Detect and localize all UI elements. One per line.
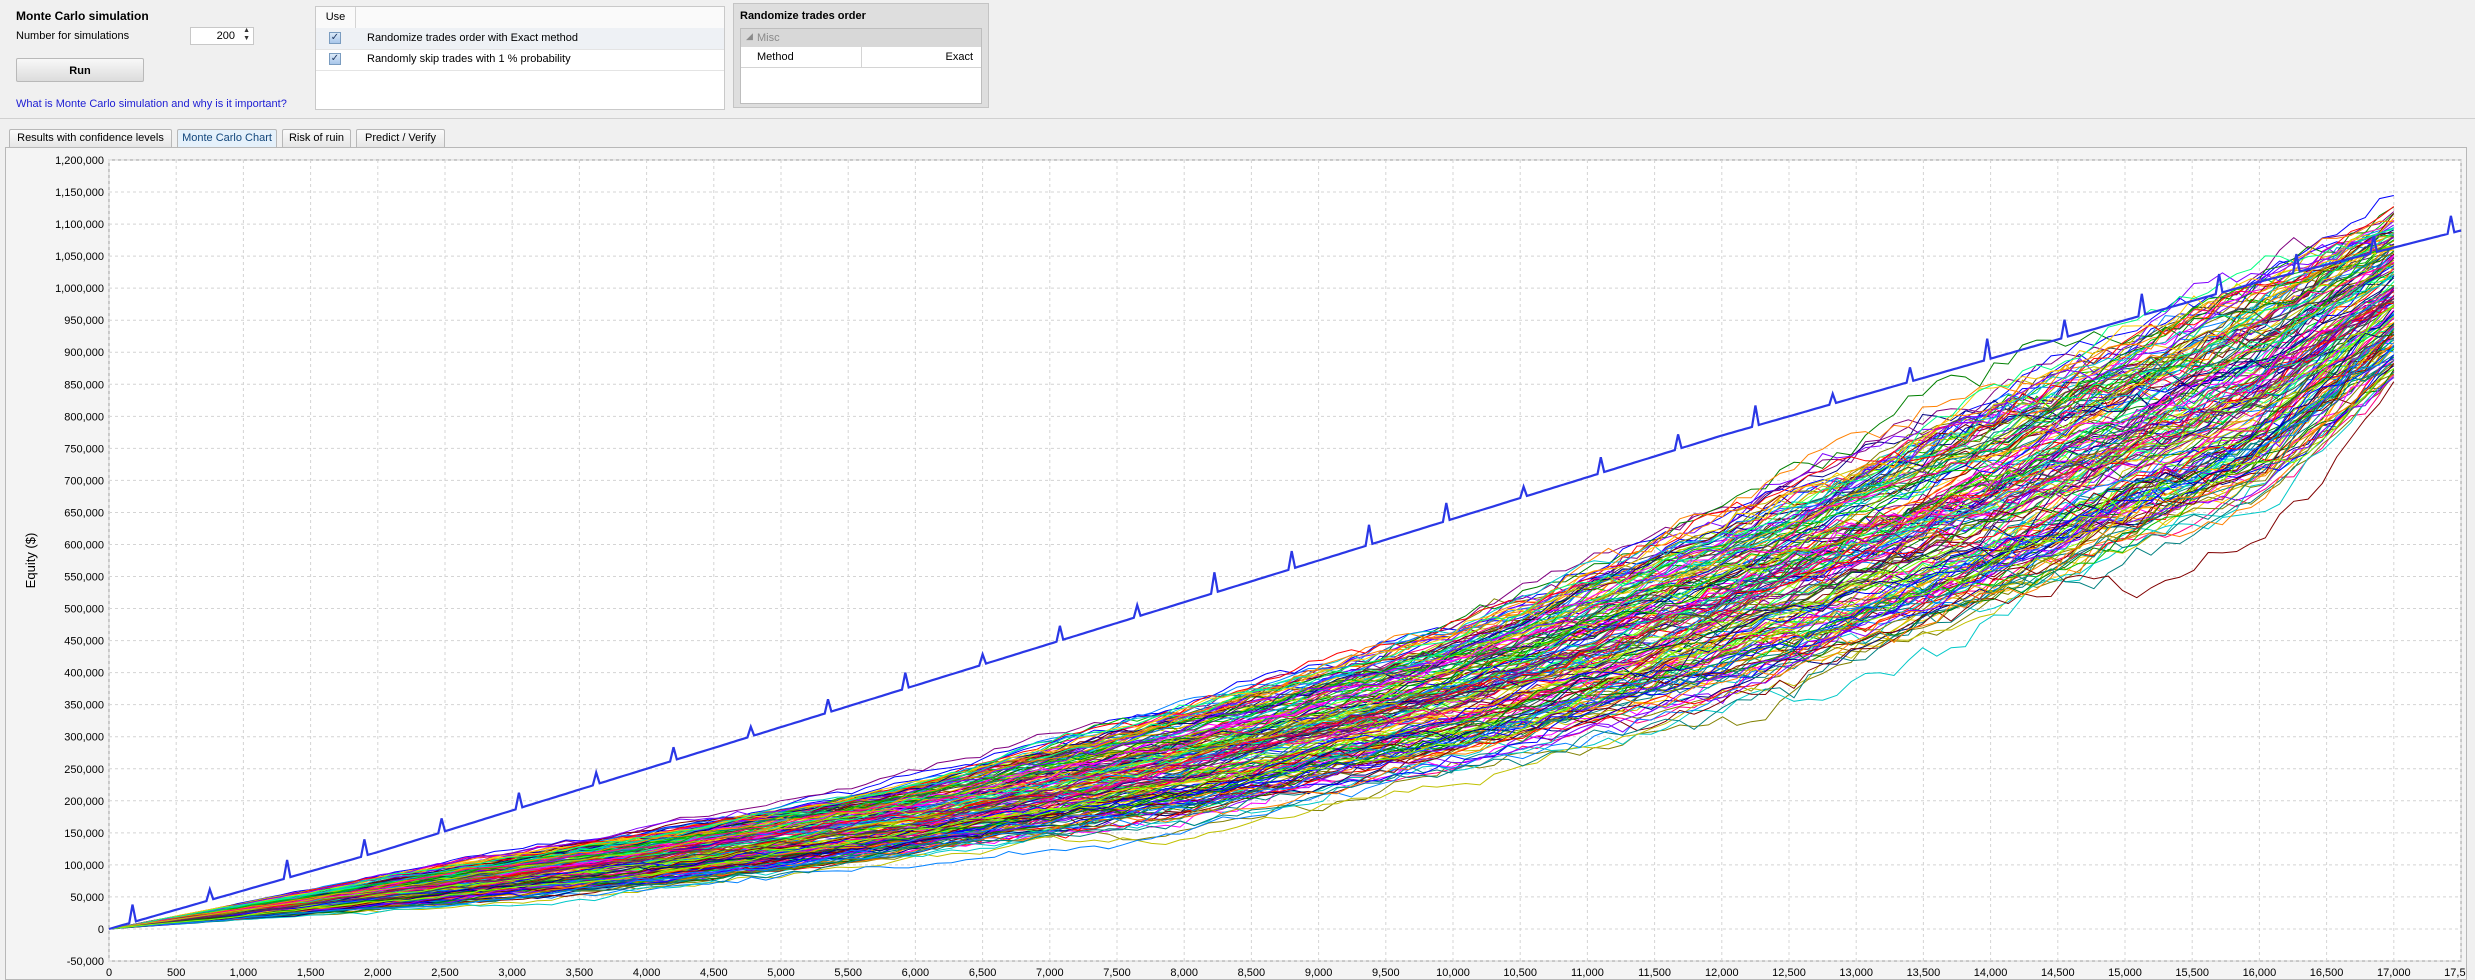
number-spinner[interactable]: 200 ▲ ▼ [190, 27, 254, 45]
x-tick-label: 13,000 [1839, 967, 1873, 979]
x-tick-label: 8,500 [1238, 967, 1266, 979]
tab-monte-carlo-chart[interactable]: Monte Carlo Chart [177, 129, 277, 147]
chart-panel: -50,000 0 50,000 100,000 150,000 200,000 250,0… [5, 147, 2467, 980]
misc-category-row[interactable]: ◢ Misc [741, 29, 981, 47]
y-tick-label: 1,050,000 [55, 251, 104, 263]
x-tick-label: 10,000 [1436, 967, 1470, 979]
collapse-arrow-icon[interactable]: ◢ [746, 31, 753, 42]
y-tick-label: 50,000 [70, 892, 104, 904]
tab-risk-of-ruin[interactable]: Risk of ruin [282, 129, 351, 147]
tab-predict-verify[interactable]: Predict / Verify [356, 129, 445, 147]
x-tick-label: 4,000 [633, 967, 661, 979]
y-tick-label: 1,150,000 [55, 187, 104, 199]
misc-category-label: Misc [757, 32, 780, 44]
y-axis-title: Equity ($) [23, 533, 38, 589]
number-label: Number for simulations [16, 30, 130, 42]
y-tick-label: 950,000 [64, 315, 104, 327]
x-tick-label: 15,500 [2175, 967, 2209, 979]
y-tick-label: 850,000 [64, 379, 104, 391]
y-tick-label: 550,000 [64, 572, 104, 584]
method-property-value[interactable]: Exact [945, 51, 973, 63]
y-tick-label: 900,000 [64, 347, 104, 359]
randomize-panel: Randomize trades order ◢ Misc Method Exa… [733, 3, 989, 108]
x-tick-label: 17,000 [2377, 967, 2411, 979]
x-tick-label: 4,500 [700, 967, 728, 979]
y-axis-ticks: -50,000 0 50,000 100,000 150,000 200,000 250,0… [55, 155, 104, 968]
run-button[interactable]: Run [16, 58, 144, 82]
monte-carlo-chart: -50,000050,000100,000150,000200,000250,0… [23, 155, 2466, 979]
y-tick-label: 1,000,000 [55, 283, 104, 295]
x-tick-label: 11,000 [1571, 967, 1604, 979]
x-tick-label: 10,500 [1503, 967, 1537, 979]
y-tick-label: 300,000 [64, 732, 104, 744]
spinner-arrows-icon[interactable]: ▲ ▼ [243, 27, 250, 43]
x-tick-label: 14,000 [1974, 967, 2008, 979]
x-tick-label: 5,500 [834, 967, 862, 979]
use-column-header: Use [316, 7, 356, 28]
y-tick-label: -50,000 [67, 956, 104, 968]
y-tick-label: 400,000 [64, 668, 104, 680]
y-tick-label: 100,000 [64, 860, 104, 872]
y-tick-label: 500,000 [64, 604, 104, 616]
x-tick-label: 12,500 [1772, 967, 1806, 979]
x-tick-label: 6,000 [902, 967, 930, 979]
x-tick-label: 7,500 [1103, 967, 1131, 979]
tab-results[interactable]: Results with confidence levels [9, 129, 172, 147]
x-tick-label: 16,000 [2243, 967, 2277, 979]
y-tick-label: 650,000 [64, 507, 104, 519]
y-tick-label: 700,000 [64, 475, 104, 487]
simulation-title: Monte Carlo simulation [16, 9, 149, 23]
option-row-skip[interactable]: ✓ Randomly skip trades with 1 % probabil… [316, 49, 724, 71]
x-tick-label: 7,000 [1036, 967, 1064, 979]
x-tick-label: 2,500 [431, 967, 459, 979]
x-tick-label: 5,000 [767, 967, 795, 979]
x-tick-label: 0 [106, 967, 112, 979]
x-tick-label: 2,000 [364, 967, 392, 979]
y-tick-label: 1,200,000 [55, 155, 104, 167]
property-separator [861, 47, 862, 67]
x-tick-label: 8,000 [1170, 967, 1198, 979]
randomize-title: Randomize trades order [740, 10, 866, 22]
x-tick-label: 1,000 [230, 967, 258, 979]
y-tick-label: 800,000 [64, 411, 104, 423]
options-header: Use [316, 7, 724, 29]
plot-area [108, 159, 2462, 962]
property-grid: ◢ Misc Method Exact [740, 28, 982, 104]
x-tick-label: 17,500 [2444, 967, 2466, 979]
option-label-randomize: Randomize trades order with Exact method [367, 32, 578, 44]
y-tick-label: 350,000 [64, 700, 104, 712]
x-tick-label: 500 [167, 967, 185, 979]
x-tick-label: 1,500 [297, 967, 325, 979]
checkbox-randomize[interactable]: ✓ [329, 32, 341, 44]
y-tick-label: 150,000 [64, 828, 104, 840]
x-tick-label: 13,500 [1907, 967, 1941, 979]
x-tick-label: 6,500 [969, 967, 997, 979]
checkbox-skip[interactable]: ✓ [329, 53, 341, 65]
x-tick-label: 14,500 [2041, 967, 2075, 979]
x-tick-label: 3,500 [566, 967, 594, 979]
option-label-skip: Randomly skip trades with 1 % probabilit… [367, 53, 571, 65]
divider [0, 118, 2475, 119]
options-table: Use ✓ Randomize trades order with Exact … [315, 6, 725, 110]
help-link[interactable]: What is Monte Carlo simulation and why i… [16, 98, 287, 110]
x-tick-label: 16,500 [2310, 967, 2344, 979]
method-property-row[interactable]: Method Exact [741, 47, 981, 68]
y-tick-label: 0 [98, 924, 104, 936]
x-tick-label: 15,000 [2108, 967, 2142, 979]
y-tick-label: 750,000 [64, 443, 104, 455]
y-tick-label: 1,100,000 [55, 219, 104, 231]
y-tick-label: 450,000 [64, 636, 104, 648]
y-tick-label: 200,000 [64, 796, 104, 808]
y-tick-label: 250,000 [64, 764, 104, 776]
x-axis-ticks: 0 500 1,000 1,500 2,000 2,500 3,000 3,500 4,000 4… [106, 967, 2466, 979]
number-value[interactable]: 200 [217, 30, 235, 42]
x-tick-label: 9,000 [1305, 967, 1333, 979]
x-tick-label: 3,000 [498, 967, 526, 979]
x-tick-label: 11,500 [1638, 967, 1671, 979]
x-tick-label: 9,500 [1372, 967, 1400, 979]
x-tick-label: 12,000 [1705, 967, 1739, 979]
option-row-randomize[interactable]: ✓ Randomize trades order with Exact meth… [316, 28, 724, 50]
method-property-label: Method [757, 51, 794, 63]
y-tick-label: 600,000 [64, 539, 104, 551]
